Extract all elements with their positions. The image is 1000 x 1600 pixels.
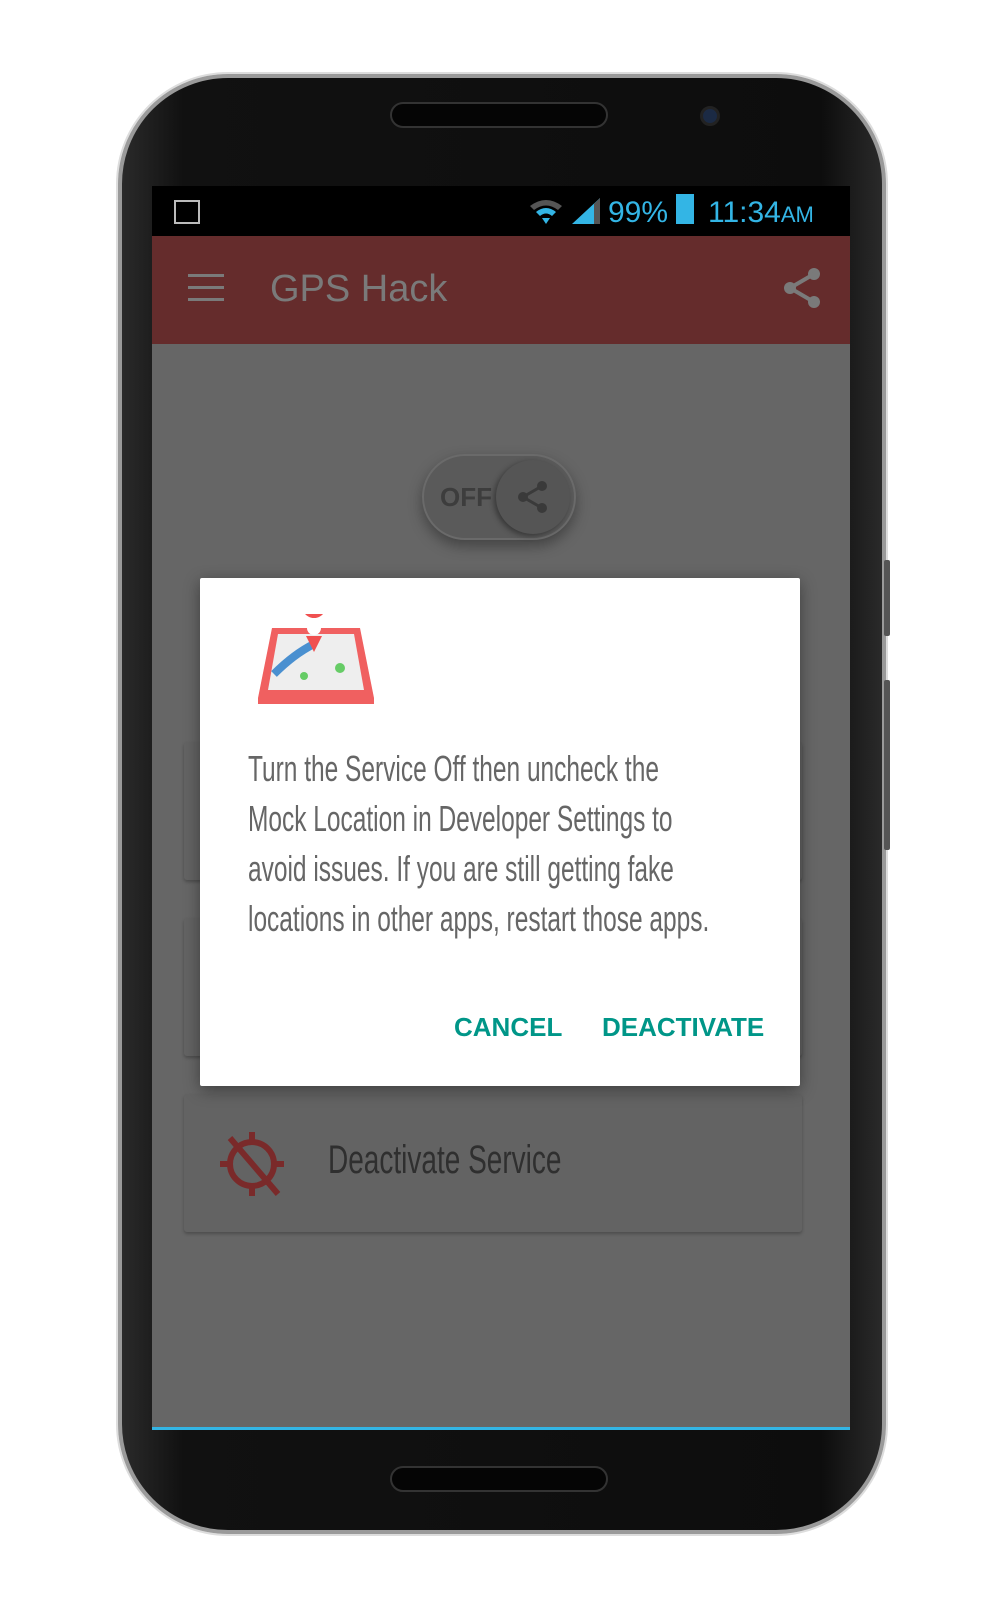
deactivate-button[interactable]: DEACTIVATE	[602, 1012, 764, 1043]
battery-icon	[676, 194, 694, 224]
deactivate-dialog: Turn the Service Off then uncheck the Mo…	[200, 578, 800, 1086]
clock: 11:34AM	[708, 196, 814, 229]
gallery-notification-icon	[174, 200, 200, 224]
toggle-label: OFF	[440, 482, 492, 512]
toggle-knob	[496, 460, 570, 534]
card-label: Deactivate Service	[328, 1138, 562, 1182]
gps-off-icon	[220, 1132, 284, 1196]
share-icon[interactable]	[782, 266, 822, 310]
dialog-message: Turn the Service Off then uncheck the Mo…	[248, 748, 710, 939]
map-pin-icon	[258, 614, 374, 704]
volume-button[interactable]	[884, 680, 890, 850]
top-speaker	[390, 102, 608, 128]
menu-icon[interactable]	[188, 274, 224, 310]
share-icon	[518, 481, 547, 513]
status-bar: 99% 11:34AM	[152, 186, 850, 236]
app-title: GPS Hack	[270, 268, 448, 310]
cancel-button[interactable]: CANCEL	[454, 1012, 562, 1043]
deactivate-service-card[interactable]: Deactivate Service	[184, 1094, 802, 1232]
service-toggle[interactable]: OFF	[422, 454, 576, 540]
app-bar: GPS Hack	[152, 236, 850, 344]
nav-divider	[152, 1427, 850, 1430]
wifi-signal-icon	[530, 198, 600, 224]
bottom-speaker	[390, 1466, 608, 1492]
battery-percent: 99%	[608, 196, 669, 229]
front-camera	[700, 106, 720, 126]
power-button[interactable]	[884, 560, 890, 636]
